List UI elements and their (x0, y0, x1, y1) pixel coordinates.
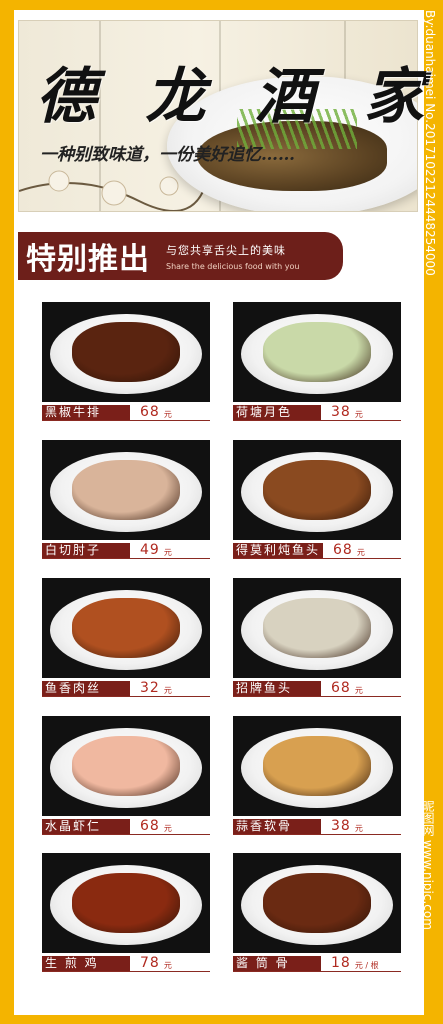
dish-label-row: 荷塘月色 38 元 (233, 404, 401, 421)
dish-label-row: 水晶虾仁 68 元 (42, 818, 210, 835)
dish-photo (233, 440, 401, 540)
section-title: 特别推出 (26, 242, 150, 277)
dish-price-unit: 元 (354, 824, 363, 833)
dish-label-row: 酱 筒 骨 18 元 / 根 (233, 955, 401, 972)
dish-photo (42, 302, 210, 402)
dish-food (263, 736, 371, 796)
dish-food (263, 598, 371, 658)
dish-card[interactable]: 白切肘子 49 元 (42, 440, 210, 559)
dish-photo (233, 578, 401, 678)
dish-card[interactable]: 蒜香软骨 38 元 (233, 716, 401, 835)
watermark-author: By:duanhaimei No.20171022124448254000 (423, 10, 437, 276)
dish-name: 酱 筒 骨 (233, 956, 321, 971)
dish-food (72, 598, 180, 658)
dish-label-row: 得莫利炖鱼头 68 元 (233, 542, 401, 559)
dish-price-unit: 元 (354, 410, 363, 419)
dish-price-unit: 元 (163, 548, 172, 557)
dish-name: 蒜香软骨 (233, 819, 321, 834)
dish-food (72, 736, 180, 796)
dish-food (263, 460, 371, 520)
dish-photo (233, 716, 401, 816)
dish-food (72, 873, 180, 933)
dish-price-unit: 元 / 根 (354, 961, 379, 970)
watermark-site: 昵图网 www.nipic.com (421, 800, 435, 930)
dish-name: 得莫利炖鱼头 (233, 543, 324, 558)
dish-food (263, 322, 371, 382)
dish-price: 49 (140, 542, 160, 558)
dish-price: 38 (331, 818, 351, 834)
dish-card[interactable]: 水晶虾仁 68 元 (42, 716, 210, 835)
dish-price-unit: 元 (354, 686, 363, 695)
dish-photo (233, 853, 401, 953)
dish-food (72, 322, 180, 382)
dish-price-unit: 元 (356, 548, 365, 557)
dish-label-row: 白切肘子 49 元 (42, 542, 210, 559)
dish-card[interactable]: 酱 筒 骨 18 元 / 根 (233, 853, 401, 972)
dish-price: 68 (140, 818, 160, 834)
dish-label-row: 招牌鱼头 68 元 (233, 680, 401, 697)
dish-name: 黑椒牛排 (42, 405, 130, 420)
dish-price-unit: 元 (163, 961, 172, 970)
dish-name: 鱼香肉丝 (42, 681, 130, 696)
dish-label-row: 生 煎 鸡 78 元 (42, 955, 210, 972)
dish-price: 32 (140, 680, 160, 696)
dish-card[interactable]: 得莫利炖鱼头 68 元 (233, 440, 401, 559)
dish-price: 78 (140, 955, 160, 971)
dish-photo (42, 853, 210, 953)
dish-label-row: 黑椒牛排 68 元 (42, 404, 210, 421)
dish-price-unit: 元 (163, 824, 172, 833)
section-subtitle: 与您共享舌尖上的美味 Share the delicious food with… (166, 242, 299, 271)
dish-photo (42, 440, 210, 540)
dish-card[interactable]: 生 煎 鸡 78 元 (42, 853, 210, 972)
dish-card[interactable]: 招牌鱼头 68 元 (233, 578, 401, 697)
dish-photo (42, 578, 210, 678)
title-char: 酒 (254, 62, 317, 132)
dish-price: 18 (331, 955, 351, 971)
dish-price-unit: 元 (163, 410, 172, 419)
dish-name: 白切肘子 (42, 543, 130, 558)
dish-price: 68 (331, 680, 351, 696)
dish-card[interactable]: 黑椒牛排 68 元 (42, 302, 210, 421)
dish-name: 生 煎 鸡 (42, 956, 130, 971)
section-subtitle-cn: 与您共享舌尖上的美味 (166, 243, 286, 257)
dish-price-unit: 元 (163, 686, 172, 695)
dish-photo (233, 302, 401, 402)
dish-card[interactable]: 鱼香肉丝 32 元 (42, 578, 210, 697)
dish-price: 68 (333, 542, 353, 558)
dish-name: 荷塘月色 (233, 405, 321, 420)
dish-price: 68 (140, 404, 160, 420)
restaurant-title: 德 龙 酒 家 (36, 48, 426, 135)
dish-name: 招牌鱼头 (233, 681, 321, 696)
title-char: 家 (363, 62, 426, 132)
section-subtitle-en: Share the delicious food with you (166, 261, 300, 271)
dish-food (72, 460, 180, 520)
dish-photo (42, 716, 210, 816)
dish-food (263, 873, 371, 933)
banner-slogan: 一种别致味道，一份美好追忆…… (40, 145, 295, 165)
dish-label-row: 鱼香肉丝 32 元 (42, 680, 210, 697)
dish-price: 38 (331, 404, 351, 420)
section-header: 特别推出 与您共享舌尖上的美味 Share the delicious food… (18, 232, 343, 280)
title-char: 龙 (145, 62, 208, 132)
dish-card[interactable]: 荷塘月色 38 元 (233, 302, 401, 421)
dish-label-row: 蒜香软骨 38 元 (233, 818, 401, 835)
title-char: 德 (36, 62, 98, 132)
dish-name: 水晶虾仁 (42, 819, 130, 834)
